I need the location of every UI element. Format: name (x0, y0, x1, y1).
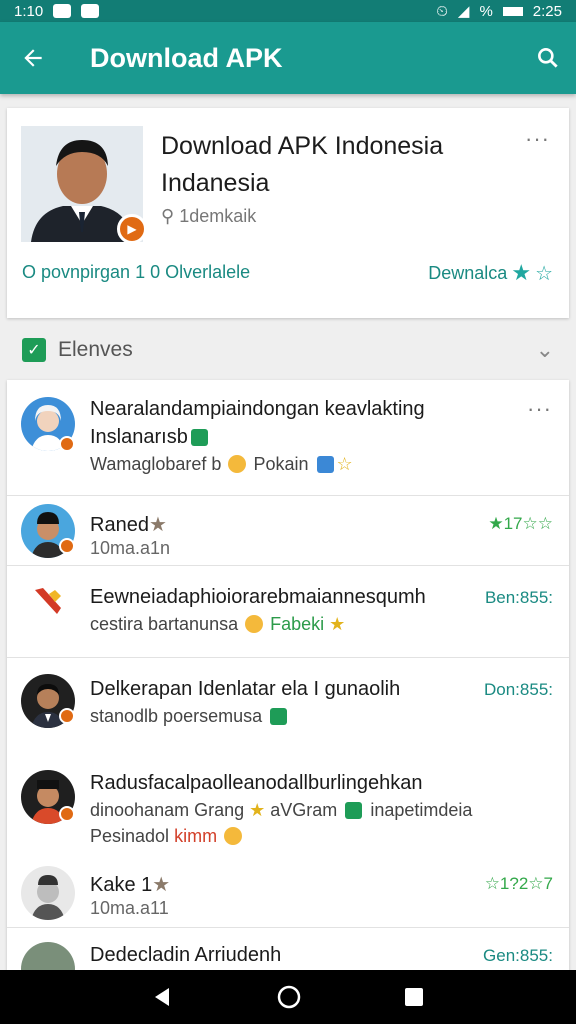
arrow-left-icon (24, 49, 42, 67)
signal-icon: ◢ (457, 3, 470, 20)
row-title: Radusfacalpaolleanodallburlingehkan (90, 772, 423, 794)
row-title: Eewneiadaphioiorarebmaiannesqumh (90, 586, 426, 608)
status-time-right: 2:25 (532, 2, 562, 20)
back-nav-icon[interactable] (151, 985, 175, 1009)
section-label: Elenves (58, 338, 133, 361)
row-subtitle-line2: Pesinadol kimm (90, 826, 244, 847)
star-filled-icon: ★ (511, 260, 532, 285)
app-title: Download APK Indonesia Indanesia (161, 132, 444, 197)
star-icon: ☆ (336, 454, 353, 474)
status-time-left: 1:10 (14, 2, 44, 20)
review-list: Nearalandampiaindongan keavlakting Insla… (7, 380, 569, 980)
row-subtitle: 10ma.a1n (90, 538, 171, 558)
badge-icon (59, 708, 75, 724)
chevron-down-icon[interactable]: ⌄ (536, 337, 554, 363)
app-icon (270, 708, 288, 725)
developer-icon: ⚲ (161, 206, 180, 226)
star-icon: ★ (329, 614, 346, 634)
list-item[interactable]: Nearalandampiaindongan keavlakting Insla… (7, 380, 569, 496)
app-icon (345, 802, 363, 819)
row-meta: Gen:855: (483, 946, 553, 965)
row-meta: Don:855: (484, 680, 553, 699)
download-label: Dewnalca (428, 262, 508, 283)
row-title-line2: Inslanarısb (90, 426, 211, 449)
checkbox-checked-icon[interactable]: ✓ (22, 338, 46, 362)
home-nav-icon[interactable] (276, 984, 302, 1010)
notification-icon (53, 4, 72, 18)
tool-icon (31, 584, 65, 623)
emoji-icon (228, 455, 247, 473)
star-outline-icon: ☆ (535, 262, 553, 285)
app-developer: ⚲ 1demkaik (161, 206, 256, 227)
list-item[interactable]: Raned★ 10ma.a1n ★17☆☆ (7, 496, 569, 566)
badge-icon (59, 538, 75, 554)
row-title: Nearalandampiaindongan keavlakting (90, 398, 425, 420)
more-options-button[interactable]: ··· (527, 396, 552, 422)
row-subtitle: Wamaglobaref b Pokain ☆ (90, 454, 353, 474)
row-title: Delkerapan Idenlatar ela I gunaolih (90, 678, 401, 700)
row-subtitle: stanodlb poersemusa (90, 706, 290, 727)
navigation-bar (0, 970, 576, 1024)
developer-name: 1demkaik (179, 206, 257, 226)
app-icon (190, 429, 208, 446)
recents-nav-icon[interactable] (403, 986, 425, 1008)
app-card[interactable]: ▶ Download APK Indonesia Indanesia ⚲ 1de… (7, 108, 569, 318)
play-badge-icon: ▶ (117, 214, 147, 244)
list-item[interactable]: Delkerapan Idenlatar ela I gunaolih stan… (7, 658, 569, 754)
status-bar: 1:10 ⏲ ◢ % 2:25 (0, 0, 576, 22)
section-header[interactable]: ✓ Elenves ⌄ (0, 330, 576, 370)
badge-icon (59, 436, 75, 452)
list-item[interactable]: Eewneiadaphioiorarebmaiannesqumh cestira… (7, 566, 569, 658)
row-rating: ★17☆☆ (488, 514, 553, 533)
alarm-icon: ⏲ (436, 2, 448, 20)
row-subtitle: 10ma.a11 (90, 898, 169, 918)
row-title: Dedecladin Arriudenh (90, 944, 282, 966)
row-meta: Ben:855: (484, 588, 553, 607)
search-icon (538, 48, 558, 68)
list-item[interactable]: Radusfacalpaolleanodallburlingehkan dino… (7, 754, 569, 854)
list-item[interactable]: Kake 1★ 10ma.a11 ☆1?2☆7 (7, 854, 569, 928)
row-title: Kake 1★ (90, 874, 171, 896)
star-icon: ★ (249, 800, 266, 820)
back-button[interactable] (0, 22, 66, 94)
download-button[interactable]: Dewnalca ★ ☆ (428, 260, 553, 286)
badge-icon (59, 806, 75, 822)
battery-percent: % (479, 2, 493, 20)
page-title: Download APK (90, 42, 283, 73)
row-subtitle: dinoohanam Grang ★ aVGram inapetimdeia (90, 800, 473, 820)
app-icon (316, 456, 334, 473)
emoji-icon (245, 615, 264, 633)
row-rating: ☆1?2☆7 (484, 874, 553, 893)
avatar (21, 866, 75, 920)
row-title: Raned★ (90, 514, 167, 536)
app-bar: Download APK (0, 22, 576, 94)
search-button[interactable] (520, 22, 576, 94)
more-options-button[interactable]: ··· (525, 126, 550, 152)
app-info-text: O povnpirgan 1 0 Olverlalele (22, 262, 251, 282)
row-subtitle: cestira bartanunsa Fabeki ★ (90, 614, 346, 634)
notification-icon-2 (81, 4, 100, 18)
battery-icon (502, 6, 523, 16)
emoji-icon (224, 827, 243, 845)
